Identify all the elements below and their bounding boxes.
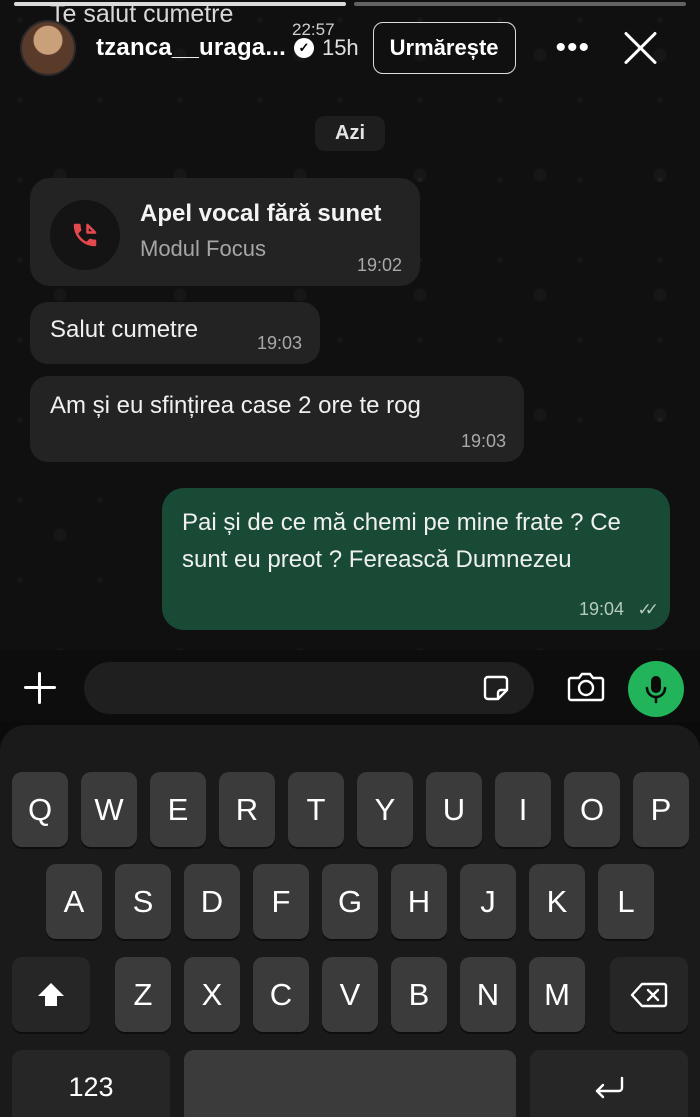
key-q[interactable]: Q <box>12 772 68 847</box>
backspace-icon <box>630 982 668 1007</box>
incoming-message[interactable]: Am și eu sfințirea case 2 ore te rog 19:… <box>30 376 524 462</box>
message-text: Salut cumetre <box>50 316 199 343</box>
return-icon <box>595 1076 624 1098</box>
more-icon[interactable]: ••• <box>556 31 591 65</box>
key-p[interactable]: P <box>633 772 689 847</box>
message-text: Am și eu sfințirea case 2 ore te rog <box>50 392 421 419</box>
microphone-icon <box>645 676 667 704</box>
date-divider: Azi <box>315 116 385 151</box>
key-t[interactable]: T <box>288 772 344 847</box>
key-g[interactable]: G <box>322 864 378 939</box>
message-time: 19:02 <box>356 255 402 275</box>
key-i[interactable]: I <box>495 772 551 847</box>
call-bubble[interactable]: Apel vocal fără sunet Modul Focus 19:02 <box>30 178 420 286</box>
key-e[interactable]: E <box>150 772 206 847</box>
key-c[interactable]: C <box>253 957 309 1032</box>
space-key[interactable] <box>184 1050 516 1117</box>
call-title: Apel vocal fără sunet <box>140 200 382 227</box>
verified-badge-icon: ✓ <box>293 38 314 58</box>
follow-button[interactable]: Urmărește <box>372 22 516 74</box>
message-time: 19:03 <box>256 333 302 353</box>
camera-icon[interactable] <box>566 670 606 704</box>
read-receipt-icon: ✓✓ <box>637 600 659 619</box>
backspace-key[interactable] <box>610 957 688 1032</box>
key-f[interactable]: F <box>253 864 309 939</box>
key-r[interactable]: R <box>219 772 275 847</box>
message-composer <box>0 650 700 722</box>
key-h[interactable]: H <box>391 864 447 939</box>
numbers-key[interactable]: 123 <box>12 1050 170 1117</box>
key-n[interactable]: N <box>460 957 516 1032</box>
chat-background: Te salut cumetre 22:57 tzanca__uraga... … <box>0 0 700 650</box>
message-text: Pai și de ce mă chemi pe mine frate ? Ce… <box>182 509 621 573</box>
key-b[interactable]: B <box>391 957 447 1032</box>
key-z[interactable]: Z <box>115 957 171 1032</box>
key-l[interactable]: L <box>598 864 654 939</box>
return-key[interactable] <box>530 1050 688 1117</box>
message-time: 19:03 <box>460 431 506 451</box>
key-u[interactable]: U <box>426 772 482 847</box>
key-v[interactable]: V <box>322 957 378 1032</box>
key-j[interactable]: J <box>460 864 516 939</box>
key-d[interactable]: D <box>184 864 240 939</box>
sticker-icon[interactable] <box>482 674 510 702</box>
username[interactable]: tzanca__uraga... <box>96 34 286 62</box>
shift-icon <box>38 982 64 1006</box>
incoming-message[interactable]: Salut cumetre 19:03 <box>30 302 320 364</box>
story-progress-segment <box>354 2 686 6</box>
key-s[interactable]: S <box>115 864 171 939</box>
key-y[interactable]: Y <box>357 772 413 847</box>
close-icon[interactable] <box>622 30 658 66</box>
key-m[interactable]: M <box>529 957 585 1032</box>
key-a[interactable]: A <box>46 864 102 939</box>
outgoing-message[interactable]: Pai și de ce mă chemi pe mine frate ? Ce… <box>162 488 670 630</box>
microphone-button[interactable] <box>628 661 684 717</box>
avatar[interactable] <box>20 20 76 76</box>
keyboard: Q W E R T Y U I O P A S D F G H J K L Z … <box>0 725 700 1117</box>
key-w[interactable]: W <box>81 772 137 847</box>
shift-key[interactable] <box>12 957 90 1032</box>
key-o[interactable]: O <box>564 772 620 847</box>
missed-call-icon <box>50 200 120 270</box>
message-time: 19:04 <box>578 599 624 619</box>
message-input[interactable] <box>84 662 534 714</box>
key-x[interactable]: X <box>184 957 240 1032</box>
story-header: tzanca__uraga... ✓ 15h Urmărește ••• <box>20 20 688 76</box>
story-age: 15h <box>321 35 359 60</box>
key-k[interactable]: K <box>529 864 585 939</box>
call-subtitle: Modul Focus <box>140 236 266 261</box>
plus-icon[interactable] <box>22 670 58 706</box>
